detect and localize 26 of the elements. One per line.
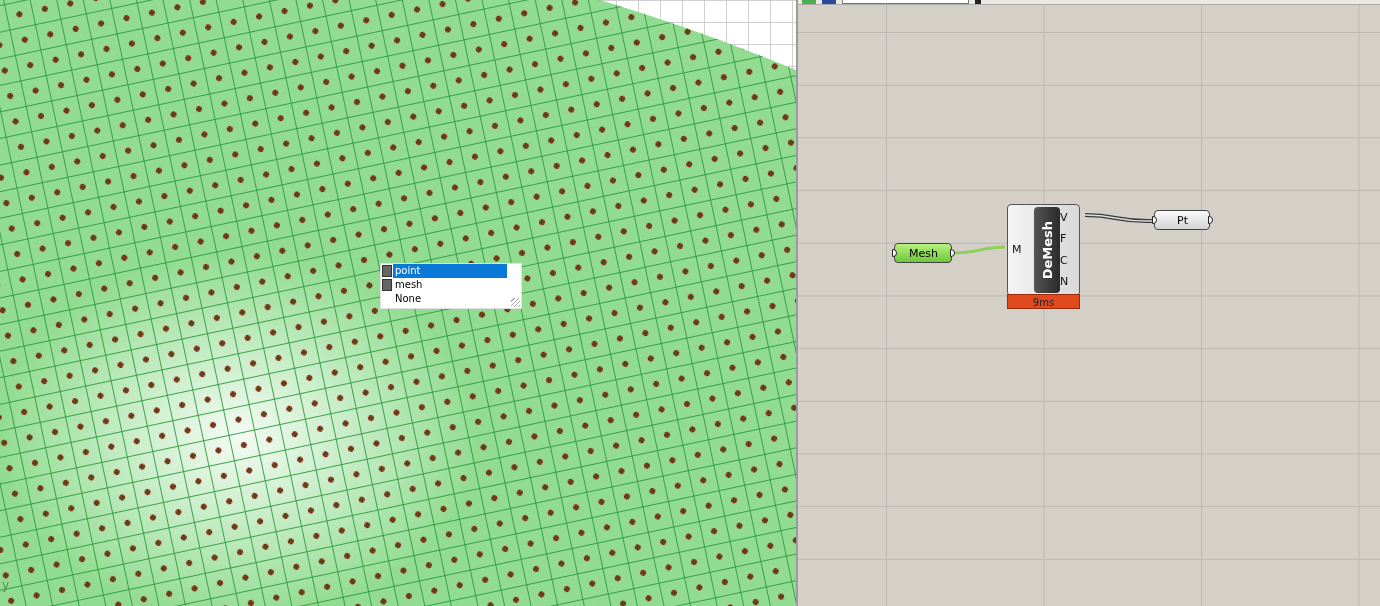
wire bbox=[1084, 213, 1153, 224]
parameter-node[interactable]: Mesh bbox=[894, 243, 952, 263]
color-swatch bbox=[382, 265, 392, 277]
list-item[interactable]: point bbox=[393, 264, 507, 278]
output-grip-icon bbox=[1208, 216, 1213, 224]
output-port-label: C bbox=[1060, 254, 1069, 267]
output-port-label: N bbox=[1060, 276, 1070, 289]
timing-label: 9ms bbox=[1007, 294, 1080, 309]
input-grip-icon bbox=[1152, 216, 1157, 224]
input-port-label: M bbox=[1012, 244, 1023, 256]
axis-label: y bbox=[2, 578, 10, 592]
toolbar-icon[interactable] bbox=[975, 0, 981, 4]
output-port-label: V bbox=[1060, 211, 1069, 224]
resize-grip-icon[interactable] bbox=[511, 298, 520, 307]
list-item[interactable]: None bbox=[393, 292, 507, 306]
search-field[interactable] bbox=[842, 0, 969, 4]
output-port-label: F bbox=[1060, 233, 1068, 246]
toolbar-icon[interactable] bbox=[822, 0, 836, 4]
component-name: DeMesh bbox=[1034, 207, 1060, 293]
toolbar-icon[interactable] bbox=[802, 0, 816, 4]
output-grip-icon bbox=[950, 249, 955, 257]
input-grip-icon bbox=[892, 249, 897, 257]
parameter-node[interactable]: Pt bbox=[1154, 210, 1210, 230]
color-swatch bbox=[382, 279, 392, 291]
list-item[interactable]: mesh bbox=[393, 278, 507, 292]
wire bbox=[952, 245, 1006, 255]
